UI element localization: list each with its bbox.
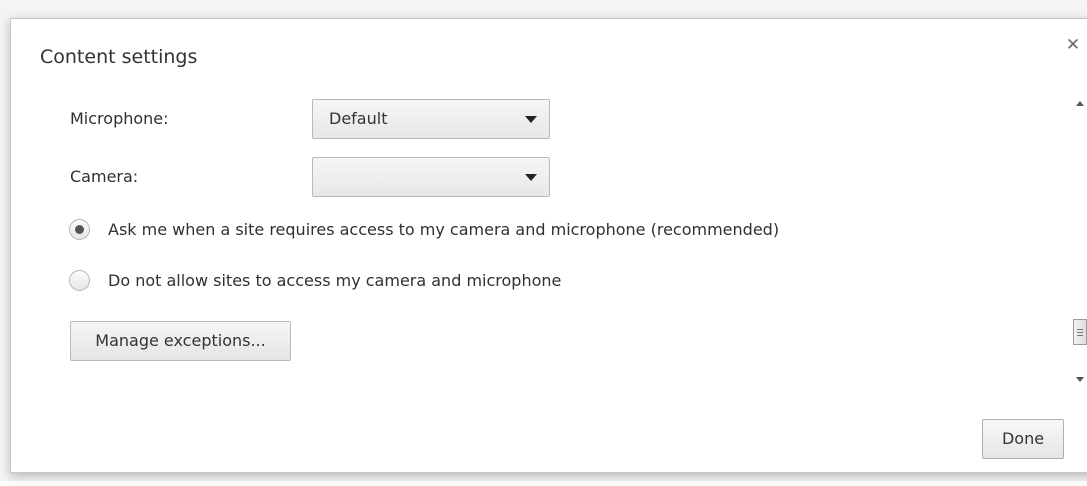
manage-exceptions-button[interactable]: Manage exceptions... (70, 321, 291, 361)
scrollbar-grip-line (1077, 332, 1083, 333)
done-button[interactable]: Done (982, 419, 1064, 459)
microphone-label: Microphone: (70, 109, 169, 128)
scroll-up-arrow-icon[interactable] (1076, 101, 1084, 106)
backdrop-obscured-text (100, 472, 720, 486)
microphone-select[interactable]: Default (312, 99, 550, 139)
camera-label: Camera: (70, 167, 139, 186)
radio-option-block[interactable]: Do not allow sites to access my camera a… (69, 268, 561, 292)
radio-option-ask[interactable]: Ask me when a site requires access to my… (69, 217, 779, 241)
radio-label-block: Do not allow sites to access my camera a… (108, 270, 562, 290)
camera-select[interactable] (312, 157, 550, 197)
scrollbar-grip-line (1077, 335, 1083, 336)
radio-button-ask[interactable] (69, 218, 90, 240)
dialog-content: Microphone: Default Camera: Ask me when … (11, 91, 1063, 391)
close-icon[interactable]: ✕ (1063, 35, 1083, 55)
radio-button-block[interactable] (69, 269, 90, 291)
scroll-down-arrow-icon[interactable] (1076, 377, 1084, 382)
dropdown-arrow-icon (525, 174, 537, 181)
content-settings-dialog: Content settings ✕ Microphone: Default C… (10, 18, 1087, 473)
radio-label-ask: Ask me when a site requires access to my… (108, 219, 780, 239)
dialog-title: Content settings (40, 46, 198, 68)
vertical-scrollbar[interactable] (1072, 91, 1087, 391)
dropdown-arrow-icon (525, 116, 537, 123)
scrollbar-thumb[interactable] (1073, 319, 1087, 345)
scrollbar-grip-line (1077, 329, 1083, 330)
microphone-select-value: Default (329, 109, 388, 128)
